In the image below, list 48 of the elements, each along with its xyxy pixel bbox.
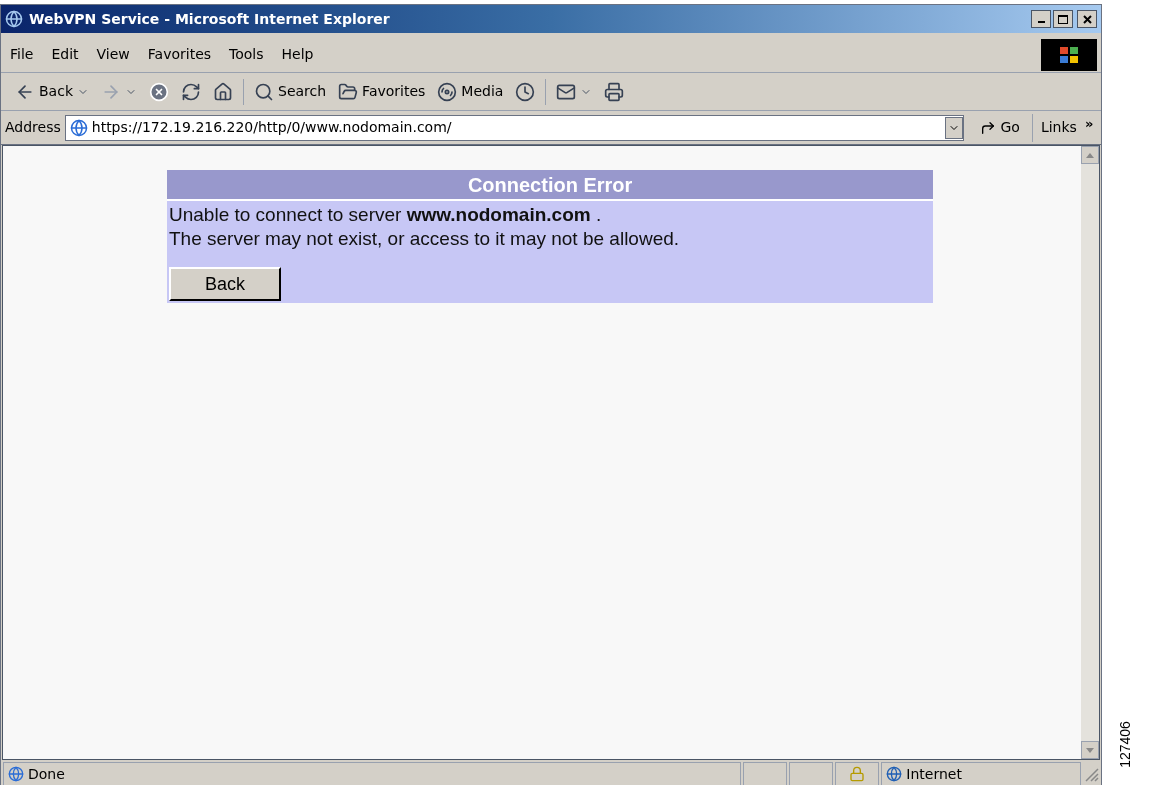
zone-text: Internet — [906, 764, 962, 784]
error-title: Connection Error — [467, 172, 633, 198]
up-arrow-icon — [1086, 152, 1095, 158]
error-message: The server may not exist, or access to it may not be allowed. — [169, 227, 681, 251]
menu-item[interactable]: Edit — [42, 44, 88, 65]
go-button[interactable]: Go — [968, 113, 1033, 142]
menu-item[interactable]: File — [1, 44, 43, 65]
down-arrow-icon — [1086, 747, 1095, 753]
clock-icon — [515, 81, 536, 102]
menu-item[interactable]: Help — [272, 44, 323, 65]
menu-item[interactable]: Tools — [220, 44, 273, 65]
stop-icon — [149, 81, 169, 102]
figure-number: 127406 — [1116, 721, 1135, 768]
resize-grip-icon — [1083, 766, 1100, 782]
address-field[interactable]: https://172.19.216.220/http/0/www.nodomain.com/ — [64, 114, 965, 141]
address-text: https://172.19.216.220/http/0/www.nodomain.com/ — [91, 118, 452, 137]
toolbar-button[interactable]: Favorites — [332, 77, 432, 106]
status-panel — [789, 762, 834, 785]
printer-icon — [604, 81, 625, 102]
menu-item[interactable]: View — [87, 44, 139, 65]
window-title: WebVPN Service - Microsoft Internet Explorer — [29, 9, 390, 29]
menu-item[interactable]: Favorites — [138, 44, 221, 65]
toolbar-button[interactable]: Search — [248, 77, 333, 106]
dropdown-button[interactable] — [945, 116, 964, 139]
toolbar-button[interactable]: Media — [431, 77, 510, 106]
disc-icon — [437, 81, 458, 102]
back-button[interactable]: Back — [169, 267, 281, 301]
more-links-button[interactable]: » — [1084, 113, 1098, 134]
maximize-icon — [1058, 14, 1069, 24]
maximize-button[interactable] — [1053, 10, 1074, 28]
folder-icon — [338, 81, 359, 102]
minimize-icon — [1037, 21, 1045, 23]
close-button[interactable] — [1077, 10, 1098, 28]
status-text: Done — [28, 764, 65, 784]
refresh-icon — [181, 81, 201, 102]
toolbar-button[interactable]: Back — [9, 77, 95, 106]
search-icon — [254, 81, 274, 102]
close-icon — [1082, 14, 1092, 24]
scroll-up-button[interactable] — [1081, 146, 1100, 164]
minimize-button[interactable] — [1031, 10, 1052, 28]
error-message: Unable to connect to server www.nodomain.com . — [169, 203, 603, 227]
links-button[interactable]: Links — [1036, 117, 1081, 138]
globe-icon — [886, 766, 903, 782]
scroll-down-button[interactable] — [1081, 741, 1100, 759]
address-label: Address — [5, 118, 61, 137]
home-icon — [213, 81, 233, 102]
lock-icon — [849, 766, 866, 782]
go-arrow-icon — [980, 119, 997, 136]
